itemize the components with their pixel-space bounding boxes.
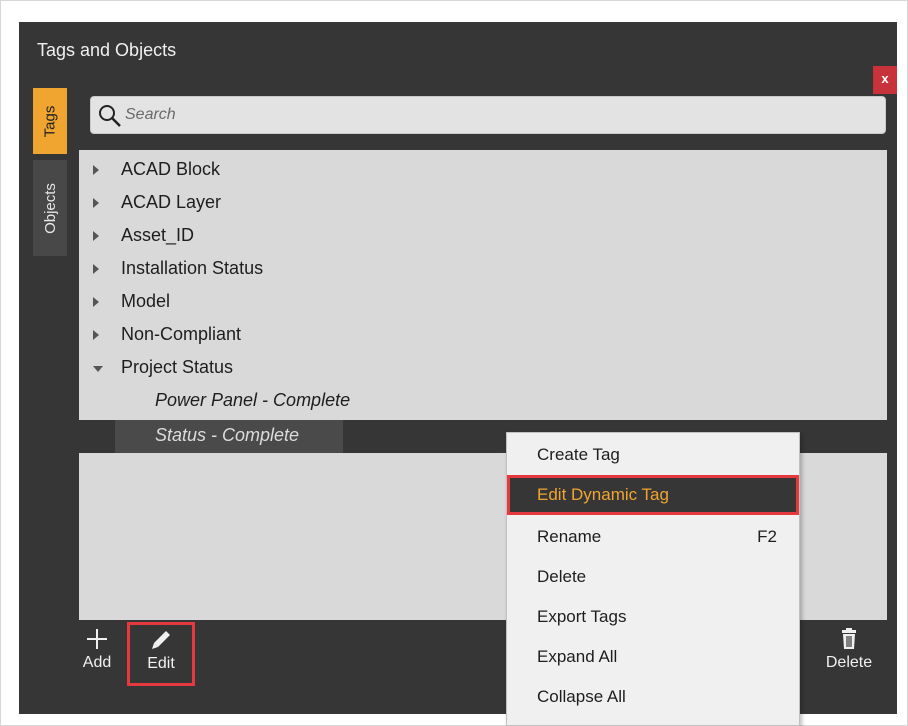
- tab-tags-label: Tags: [41, 105, 59, 137]
- tab-objects[interactable]: Objects: [33, 160, 67, 256]
- caret-right-icon[interactable]: [93, 264, 99, 274]
- delete-button-label: Delete: [825, 654, 873, 671]
- caret-right-icon[interactable]: [93, 231, 99, 241]
- menu-item-label: Collapse All: [537, 687, 626, 706]
- menu-item-rename[interactable]: Rename F2: [507, 517, 799, 557]
- tree-child-power-panel-complete[interactable]: Power Panel - Complete: [79, 385, 887, 418]
- menu-item-label: Expand All: [537, 647, 618, 666]
- tree-item-acad-layer[interactable]: ACAD Layer: [79, 187, 887, 220]
- tree-item-model[interactable]: Model: [79, 286, 887, 319]
- tree-item-label: ACAD Layer: [121, 192, 222, 212]
- tree-item-asset-id[interactable]: Asset_ID: [79, 220, 887, 253]
- tree-item-label: Project Status: [121, 357, 234, 377]
- menu-item-label: Rename: [537, 527, 602, 546]
- tree-item-label: Non-Compliant: [121, 324, 242, 344]
- plus-icon: [87, 629, 107, 649]
- menu-item-label: Edit Dynamic Tag: [537, 485, 669, 504]
- edit-button[interactable]: Edit: [127, 622, 195, 686]
- tab-tags[interactable]: Tags: [33, 88, 67, 154]
- tree-child-label: Status - Complete: [155, 425, 300, 445]
- tree-item-installation-status[interactable]: Installation Status: [79, 253, 887, 286]
- caret-right-icon[interactable]: [93, 297, 99, 307]
- menu-item-label: Delete: [537, 567, 587, 586]
- tree-child-label: Power Panel - Complete: [155, 390, 351, 410]
- menu-item-label: Create Tag: [537, 445, 620, 464]
- tab-objects-label: Objects: [41, 182, 59, 234]
- panel-titlebar: Tags and Objects: [19, 22, 897, 84]
- edit-button-label: Edit: [147, 655, 175, 672]
- tree-item-label: Model: [121, 291, 171, 311]
- caret-right-icon[interactable]: [93, 198, 99, 208]
- caret-right-icon[interactable]: [93, 330, 99, 340]
- search-box[interactable]: [90, 96, 886, 134]
- search-input[interactable]: [125, 103, 865, 127]
- close-button[interactable]: x: [873, 66, 897, 94]
- menu-item-label: Export Tags: [537, 607, 627, 626]
- menu-item-edit-dynamic-tag[interactable]: Edit Dynamic Tag: [507, 475, 799, 515]
- menu-item-collapse-all[interactable]: Collapse All: [507, 677, 799, 717]
- add-button[interactable]: Add: [79, 624, 115, 684]
- pencil-icon: [152, 631, 170, 649]
- tree-item-label: Asset_ID: [121, 225, 195, 245]
- context-menu: Create Tag Edit Dynamic Tag Rename F2 De…: [506, 432, 800, 726]
- caret-right-icon[interactable]: [93, 165, 99, 175]
- add-button-label: Add: [82, 654, 112, 671]
- search-icon: [99, 105, 121, 127]
- trash-icon: [842, 628, 856, 649]
- caret-down-icon[interactable]: [93, 366, 103, 372]
- tree-item-label: ACAD Block: [121, 159, 221, 179]
- delete-button[interactable]: Delete: [811, 624, 887, 684]
- menu-item-export-tags[interactable]: Export Tags: [507, 597, 799, 637]
- tree-item-label: Installation Status: [121, 258, 264, 278]
- tree-item-acad-block[interactable]: ACAD Block: [79, 154, 887, 187]
- menu-item-create-tag[interactable]: Create Tag: [507, 435, 799, 475]
- panel-title: Tags and Objects: [37, 40, 177, 60]
- menu-item-delete[interactable]: Delete: [507, 557, 799, 597]
- menu-item-shortcut: F2: [757, 527, 777, 546]
- tree-item-project-status[interactable]: Project Status: [79, 352, 887, 385]
- close-icon: x: [881, 71, 889, 86]
- tree-item-non-compliant[interactable]: Non-Compliant: [79, 319, 887, 352]
- menu-item-expand-all[interactable]: Expand All: [507, 637, 799, 677]
